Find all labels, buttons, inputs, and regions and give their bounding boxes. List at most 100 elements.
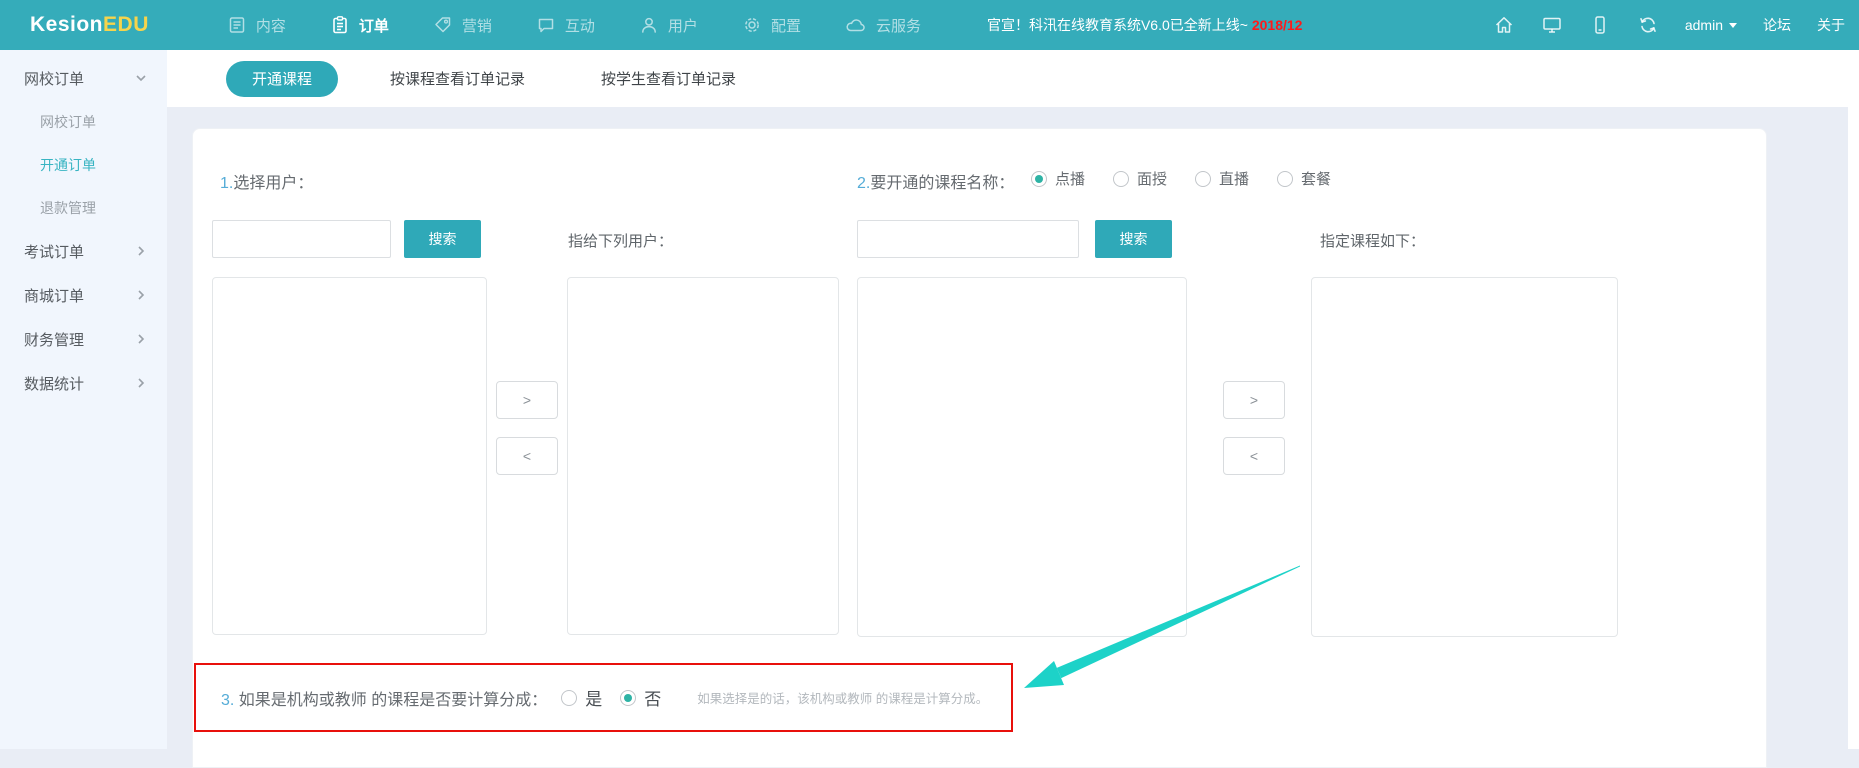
tab-orders-by-course[interactable]: 按课程查看订单记录 [390, 68, 525, 89]
sidebar-group-label: 财务管理 [24, 329, 135, 350]
chevron-right-icon [135, 289, 147, 301]
chevron-right-icon [135, 245, 147, 257]
section1-number: 1. [220, 175, 233, 192]
user-icon [639, 15, 659, 35]
sidebar-group-finance[interactable]: 财务管理 [0, 317, 167, 361]
section3-number: 3. [221, 692, 234, 709]
menu-item-cloud[interactable]: 云服务 [845, 15, 921, 36]
radio-selected-icon [620, 690, 636, 706]
radio-icon [1195, 171, 1211, 187]
user-search-input[interactable] [212, 220, 391, 258]
sidebar-group-statistics[interactable]: 数据统计 [0, 361, 167, 405]
menu-item-interaction[interactable]: 互动 [536, 15, 595, 36]
selected-users-listbox[interactable] [567, 277, 839, 635]
radio-icon [1113, 171, 1129, 187]
radio-option-live[interactable]: 直播 [1195, 168, 1249, 189]
move-courses-right-button[interactable]: > [1223, 381, 1285, 419]
announcement-date: 2018/12 [1252, 17, 1303, 33]
logo-part2: EDU [103, 13, 149, 36]
radio-label: 套餐 [1301, 168, 1331, 189]
assign-users-label: 指给下列用户： [568, 230, 673, 251]
menu-item-config[interactable]: 配置 [742, 15, 801, 36]
section2-number: 2. [857, 175, 870, 192]
menu-label: 云服务 [876, 15, 921, 36]
refresh-icon[interactable] [1637, 14, 1659, 36]
radio-label: 面授 [1137, 168, 1167, 189]
move-users-right-button[interactable]: > [496, 381, 558, 419]
monitor-icon[interactable] [1541, 14, 1563, 36]
sidebar-item-open-orders[interactable]: 开通订单 [0, 143, 167, 186]
app-logo: KesionEDU [30, 13, 149, 37]
announcement-text: 官宣！科汛在线教育系统V6.0已全新上线~ [987, 17, 1248, 33]
menu-label: 内容 [256, 15, 286, 36]
chevron-down-icon [1729, 23, 1737, 28]
top-navbar: KesionEDU 内容 订单 营销 互动 用户 配置 云服务 [0, 0, 1859, 50]
menu-item-users[interactable]: 用户 [639, 15, 698, 36]
section3-title-text: 如果是机构或教师 的课程是否要计算分成： [239, 692, 547, 709]
tab-orders-by-student[interactable]: 按学生查看订单记录 [601, 68, 736, 89]
chevron-right-icon [135, 333, 147, 345]
move-courses-left-button[interactable]: < [1223, 437, 1285, 475]
menu-label: 营销 [462, 15, 492, 36]
about-link[interactable]: 关于 [1817, 15, 1845, 35]
radio-icon [1277, 171, 1293, 187]
user-dropdown[interactable]: admin [1685, 17, 1737, 33]
menu-label: 互动 [565, 15, 595, 36]
chevron-down-icon [135, 72, 147, 84]
menu-label: 配置 [771, 15, 801, 36]
sidebar-group-label: 考试订单 [24, 241, 135, 262]
sidebar-group-mall-orders[interactable]: 商城订单 [0, 273, 167, 317]
user-search-button[interactable]: 搜索 [404, 220, 481, 258]
radio-option-no[interactable]: 否 [620, 685, 661, 710]
course-search-button[interactable]: 搜索 [1095, 220, 1172, 258]
home-icon[interactable] [1493, 14, 1515, 36]
sidebar-group-exam-orders[interactable]: 考试订单 [0, 229, 167, 273]
revenue-share-radio-group: 是 否 [561, 685, 679, 710]
form-panel: 1.选择用户： 搜索 指给下列用户： > < 2.要开通的课程名称： 点播 面授… [192, 128, 1767, 768]
available-courses-listbox[interactable] [857, 277, 1187, 637]
logo-part1: Kesion [30, 13, 103, 36]
assign-courses-label: 指定课程如下： [1320, 230, 1425, 251]
main-menu: 内容 订单 营销 互动 用户 配置 云服务 [227, 15, 921, 36]
mobile-icon[interactable] [1589, 14, 1611, 36]
tab-bar: 开通课程 按课程查看订单记录 按学生查看订单记录 [167, 50, 1859, 107]
available-users-listbox[interactable] [212, 277, 487, 635]
announcement: 官宣！科汛在线教育系统V6.0已全新上线~ 2018/12 [987, 15, 1302, 35]
section2-title-text: 要开通的课程名称： [870, 175, 1014, 192]
forum-link[interactable]: 论坛 [1763, 15, 1791, 35]
radio-option-package[interactable]: 套餐 [1277, 168, 1331, 189]
course-search-input[interactable] [857, 220, 1079, 258]
menu-label: 订单 [359, 15, 389, 36]
sidebar-group-label: 商城订单 [24, 285, 135, 306]
menu-item-content[interactable]: 内容 [227, 15, 286, 36]
selected-courses-listbox[interactable] [1311, 277, 1618, 637]
move-users-left-button[interactable]: < [496, 437, 558, 475]
chat-icon [536, 15, 556, 35]
sidebar-group-school-orders[interactable]: 网校订单 [0, 56, 167, 100]
course-type-radio-group: 点播 面授 直播 套餐 [1031, 168, 1349, 189]
scrollbar-track[interactable] [1848, 50, 1859, 749]
cloud-icon [845, 15, 867, 35]
section2-title: 2.要开通的课程名称： [857, 169, 1014, 193]
page-background: 1.选择用户： 搜索 指给下列用户： > < 2.要开通的课程名称： 点播 面授… [167, 107, 1859, 749]
section1-title: 1.选择用户： [220, 169, 313, 193]
tab-open-course[interactable]: 开通课程 [226, 61, 338, 97]
sidebar-item-refund-management[interactable]: 退款管理 [0, 186, 167, 229]
section3-hint: 如果选择是的话，该机构或教师 的课程是计算分成。 [697, 688, 988, 707]
sidebar-item-school-orders[interactable]: 网校订单 [0, 100, 167, 143]
tag-icon [433, 15, 453, 35]
section1-title-text: 选择用户： [233, 175, 313, 192]
radio-label: 直播 [1219, 168, 1249, 189]
menu-label: 用户 [668, 15, 698, 36]
radio-option-face[interactable]: 面授 [1113, 168, 1167, 189]
radio-selected-icon [1031, 171, 1047, 187]
menu-item-orders[interactable]: 订单 [330, 15, 389, 36]
sidebar-group-label: 网校订单 [24, 68, 135, 89]
section3-title: 3. 如果是机构或教师 的课程是否要计算分成： [221, 686, 547, 710]
radio-icon [561, 690, 577, 706]
radio-option-vod[interactable]: 点播 [1031, 168, 1085, 189]
clipboard-icon [330, 15, 350, 35]
revenue-share-annotation-box: 3. 如果是机构或教师 的课程是否要计算分成： 是 否 如果选择是的话，该机构或… [194, 663, 1013, 732]
radio-option-yes[interactable]: 是 [561, 685, 602, 710]
menu-item-marketing[interactable]: 营销 [433, 15, 492, 36]
